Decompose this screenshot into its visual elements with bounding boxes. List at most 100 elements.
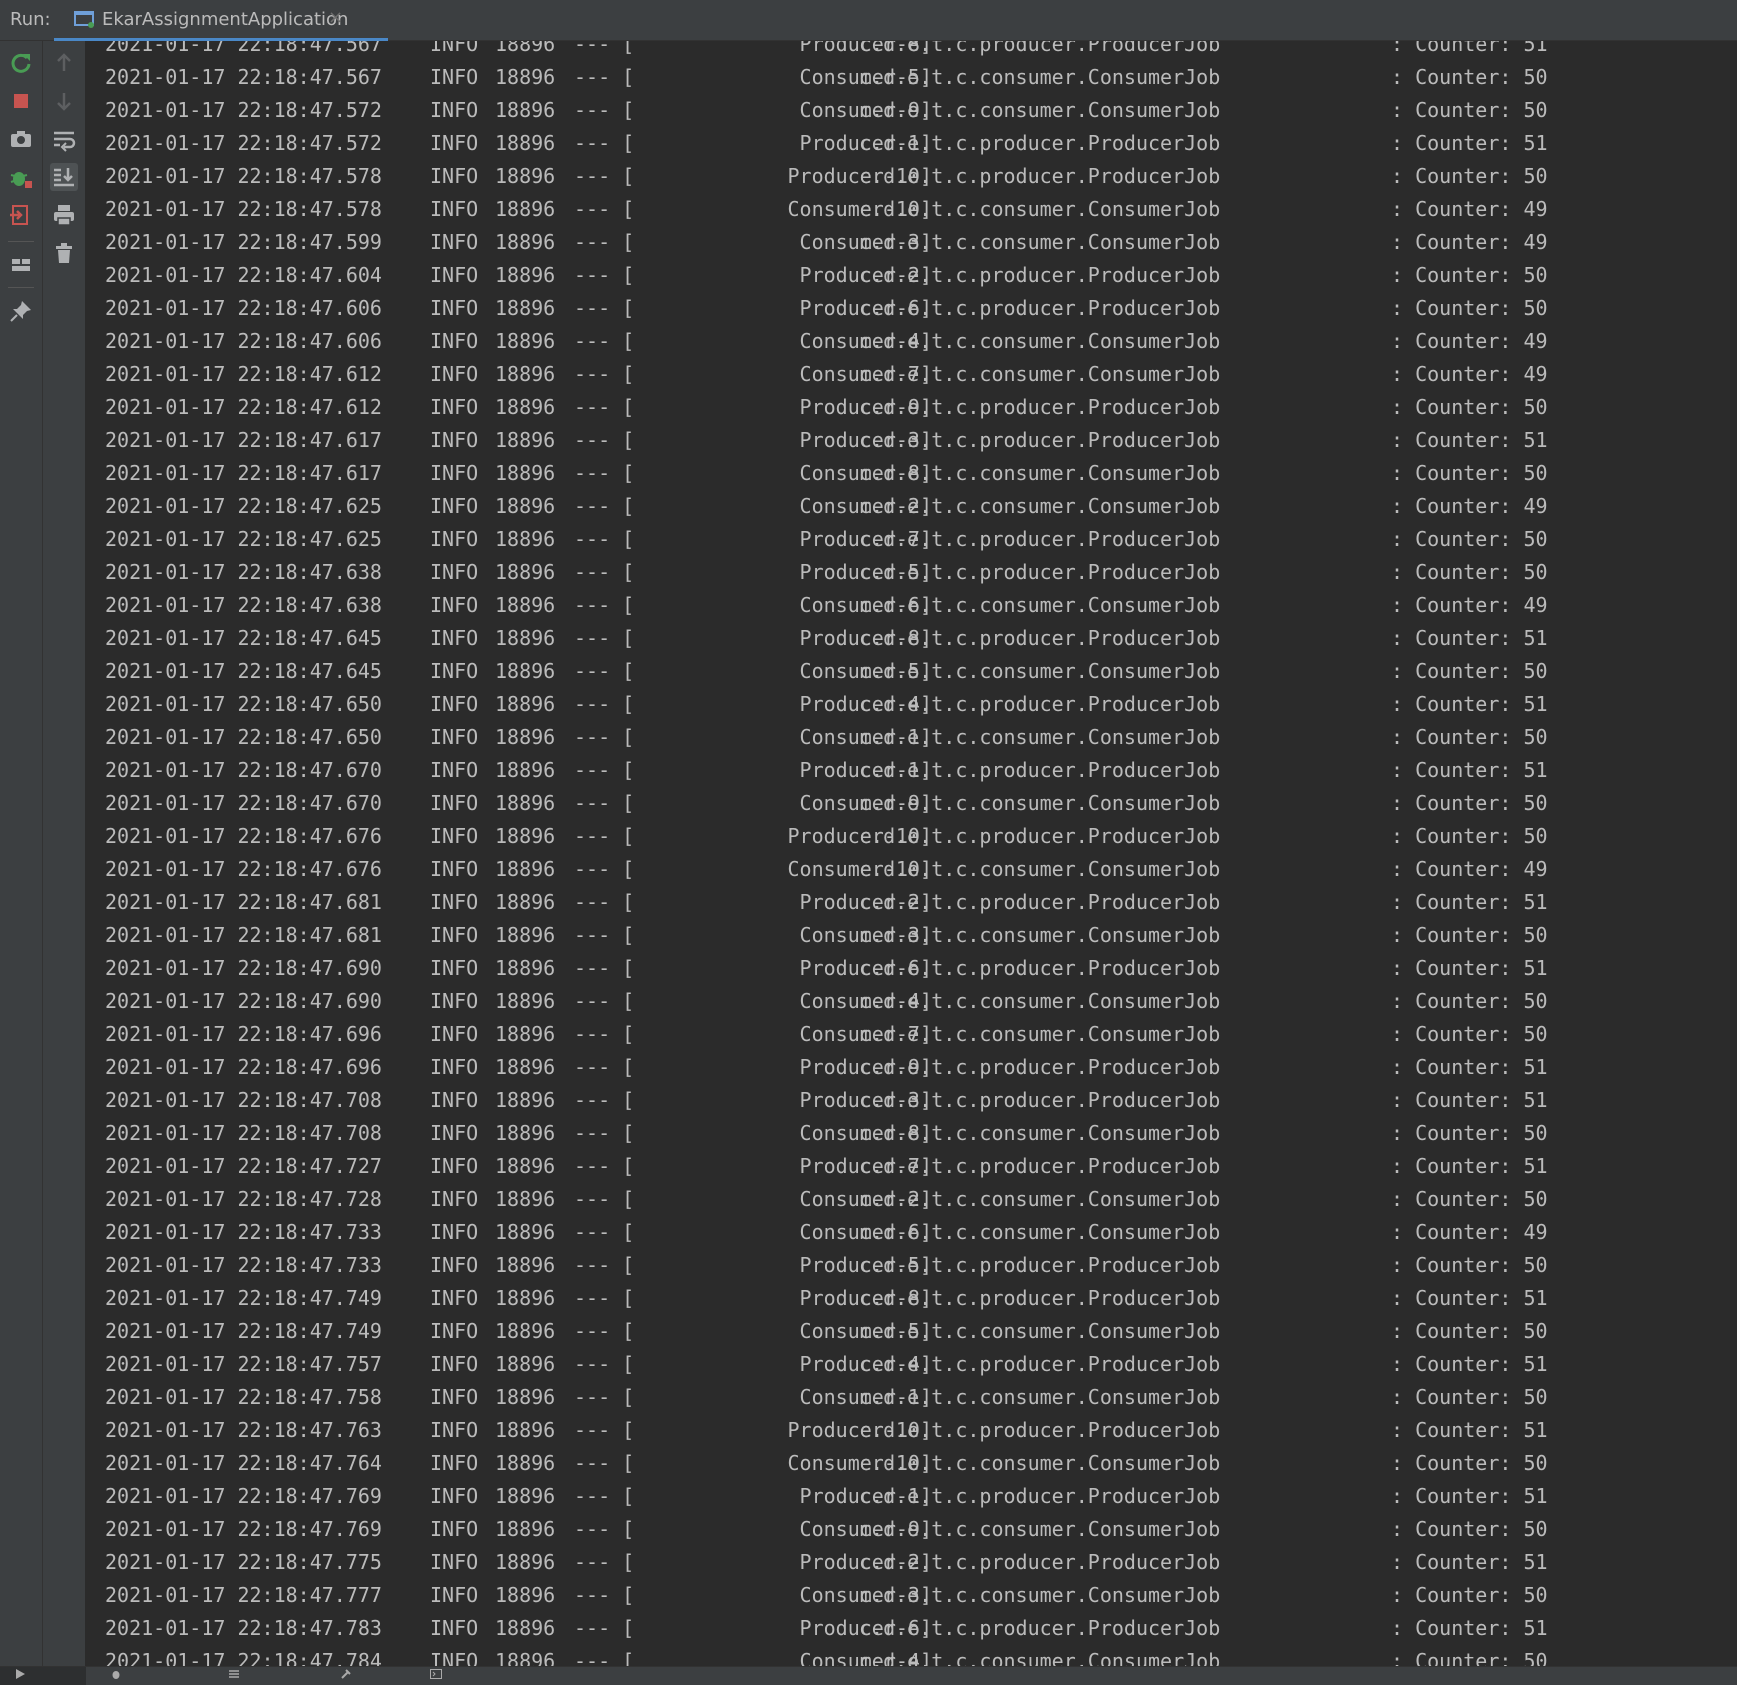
- log-timestamp: 2021-01-17 22:18:47.670: [105, 791, 382, 815]
- log-message: : Counter: 50: [1391, 527, 1548, 551]
- log-pid: 18896: [495, 1055, 556, 1079]
- run-tool-window-button[interactable]: [0, 1667, 86, 1685]
- log-message: : Counter: 49: [1391, 329, 1548, 353]
- log-level: INFO: [430, 725, 479, 749]
- up-arrow-icon[interactable]: [50, 49, 78, 77]
- log-timestamp: 2021-01-17 22:18:47.606: [105, 329, 382, 353]
- debug-tool-window-button[interactable]: [110, 1667, 128, 1685]
- log-logger: c.d.e.t.c.consumer.ConsumerJob: [859, 923, 1221, 947]
- log-logger: c.d.e.t.c.producer.ProducerJob: [859, 164, 1221, 188]
- log-line: 2021-01-17 22:18:47.757 INFO 18896 --- [Pro…: [86, 1348, 1737, 1381]
- log-message: : Counter: 51: [1391, 1286, 1548, 1310]
- log-line: 2021-01-17 22:18:47.708 INFO 18896 --- [Con…: [86, 1117, 1737, 1150]
- log-pid: 18896: [495, 197, 556, 221]
- log-line: 2021-01-17 22:18:47.690 INFO 18896 --- [Pro…: [86, 952, 1737, 985]
- run-configuration-tab[interactable]: EkarAssignmentApplication ×: [54, 0, 388, 41]
- log-line: 2021-01-17 22:18:47.728 INFO 18896 --- [Con…: [86, 1183, 1737, 1216]
- log-logger: c.d.e.t.c.producer.ProducerJob: [859, 758, 1221, 782]
- log-line: 2021-01-17 22:18:47.727 INFO 18896 --- [Pro…: [86, 1150, 1737, 1183]
- scroll-to-end-icon[interactable]: [50, 163, 78, 191]
- log-level: INFO: [430, 1055, 479, 1079]
- log-pid: 18896: [495, 692, 556, 716]
- tab-title: EkarAssignmentApplication: [102, 9, 349, 30]
- log-message: : Counter: 51: [1391, 1154, 1548, 1178]
- terminal-tool-window-button[interactable]: [430, 1667, 448, 1685]
- log-timestamp: 2021-01-17 22:18:47.676: [105, 824, 382, 848]
- log-message: : Counter: 50: [1391, 1649, 1548, 1666]
- down-arrow-icon[interactable]: [50, 87, 78, 115]
- log-logger: c.d.e.t.c.producer.ProducerJob: [859, 692, 1221, 716]
- log-message: : Counter: 51: [1391, 1484, 1548, 1508]
- log-level: INFO: [430, 1319, 479, 1343]
- log-level: INFO: [430, 395, 479, 419]
- log-message: : Counter: 49: [1391, 362, 1548, 386]
- trash-icon[interactable]: [50, 239, 78, 267]
- log-pid: 18896: [495, 296, 556, 320]
- pin-icon[interactable]: [7, 297, 35, 325]
- stop-icon[interactable]: [7, 87, 35, 115]
- camera-icon[interactable]: [7, 125, 35, 153]
- log-pid: 18896: [495, 1121, 556, 1145]
- log-level: INFO: [430, 1550, 479, 1574]
- layout-icon[interactable]: [7, 251, 35, 279]
- log-line: 2021-01-17 22:18:47.606 INFO 18896 --- [Pro…: [86, 292, 1737, 325]
- log-timestamp: 2021-01-17 22:18:47.784: [105, 1649, 382, 1666]
- log-timestamp: 2021-01-17 22:18:47.606: [105, 296, 382, 320]
- log-logger: c.d.e.t.c.producer.ProducerJob: [859, 1352, 1221, 1376]
- log-level: INFO: [430, 428, 479, 452]
- log-timestamp: 2021-01-17 22:18:47.625: [105, 527, 382, 551]
- log-timestamp: 2021-01-17 22:18:47.578: [105, 197, 382, 221]
- log-timestamp: 2021-01-17 22:18:47.645: [105, 659, 382, 683]
- log-pid: 18896: [495, 1583, 556, 1607]
- rerun-icon[interactable]: [7, 49, 35, 77]
- log-timestamp: 2021-01-17 22:18:47.578: [105, 164, 382, 188]
- log-line: 2021-01-17 22:18:47.733 INFO 18896 --- [Con…: [86, 1216, 1737, 1249]
- log-level: INFO: [430, 1583, 479, 1607]
- console-output[interactable]: 2021-01-17 22:18:47.567 INFO 18896 --- [Pro…: [86, 41, 1737, 1666]
- log-logger: c.d.e.t.c.consumer.ConsumerJob: [859, 230, 1221, 254]
- log-timestamp: 2021-01-17 22:18:47.763: [105, 1418, 382, 1442]
- log-pid: 18896: [495, 428, 556, 452]
- log-logger: c.d.e.t.c.producer.ProducerJob: [859, 131, 1221, 155]
- log-message: : Counter: 51: [1391, 1088, 1548, 1112]
- log-message: : Counter: 51: [1391, 956, 1548, 980]
- log-line: 2021-01-17 22:18:47.617 INFO 18896 --- [Con…: [86, 457, 1737, 490]
- log-logger: c.d.e.t.c.producer.ProducerJob: [859, 626, 1221, 650]
- log-message: : Counter: 50: [1391, 263, 1548, 287]
- build-tool-window-button[interactable]: [340, 1667, 358, 1685]
- debug-rerun-icon[interactable]: [7, 163, 35, 191]
- exit-icon[interactable]: [7, 201, 35, 229]
- log-message: : Counter: 49: [1391, 197, 1548, 221]
- log-level: INFO: [430, 197, 479, 221]
- log-line: 2021-01-17 22:18:47.578 INFO 18896 --- [Con…: [86, 193, 1737, 226]
- log-message: : Counter: 50: [1391, 989, 1548, 1013]
- run-tool-window-header: Run: EkarAssignmentApplication ×: [0, 0, 1737, 41]
- log-timestamp: 2021-01-17 22:18:47.572: [105, 98, 382, 122]
- log-logger: c.d.e.t.c.consumer.ConsumerJob: [859, 725, 1221, 749]
- log-pid: 18896: [495, 494, 556, 518]
- log-timestamp: 2021-01-17 22:18:47.604: [105, 263, 382, 287]
- console-actions-toolbar: [43, 41, 86, 1666]
- log-message: : Counter: 49: [1391, 230, 1548, 254]
- log-level: INFO: [430, 1220, 479, 1244]
- log-message: : Counter: 50: [1391, 791, 1548, 815]
- log-timestamp: 2021-01-17 22:18:47.708: [105, 1121, 382, 1145]
- todo-tool-window-button[interactable]: [228, 1667, 246, 1685]
- log-level: INFO: [430, 362, 479, 386]
- log-line: 2021-01-17 22:18:47.775 INFO 18896 --- [Pro…: [86, 1546, 1737, 1579]
- close-tab-icon[interactable]: ×: [328, 7, 343, 28]
- print-icon[interactable]: [50, 201, 78, 229]
- log-timestamp: 2021-01-17 22:18:47.572: [105, 131, 382, 155]
- log-pid: 18896: [495, 1451, 556, 1475]
- log-logger: c.d.e.t.c.producer.ProducerJob: [859, 41, 1221, 56]
- log-pid: 18896: [495, 41, 556, 56]
- log-line: 2021-01-17 22:18:47.650 INFO 18896 --- [Pro…: [86, 688, 1737, 721]
- log-pid: 18896: [495, 1088, 556, 1112]
- soft-wrap-icon[interactable]: [50, 125, 78, 153]
- bug-icon: [112, 1671, 120, 1679]
- log-line: 2021-01-17 22:18:47.696 INFO 18896 --- [Pro…: [86, 1051, 1737, 1084]
- log-level: INFO: [430, 1154, 479, 1178]
- run-label: Run:: [10, 9, 51, 30]
- log-level: INFO: [430, 1418, 479, 1442]
- log-pid: 18896: [495, 164, 556, 188]
